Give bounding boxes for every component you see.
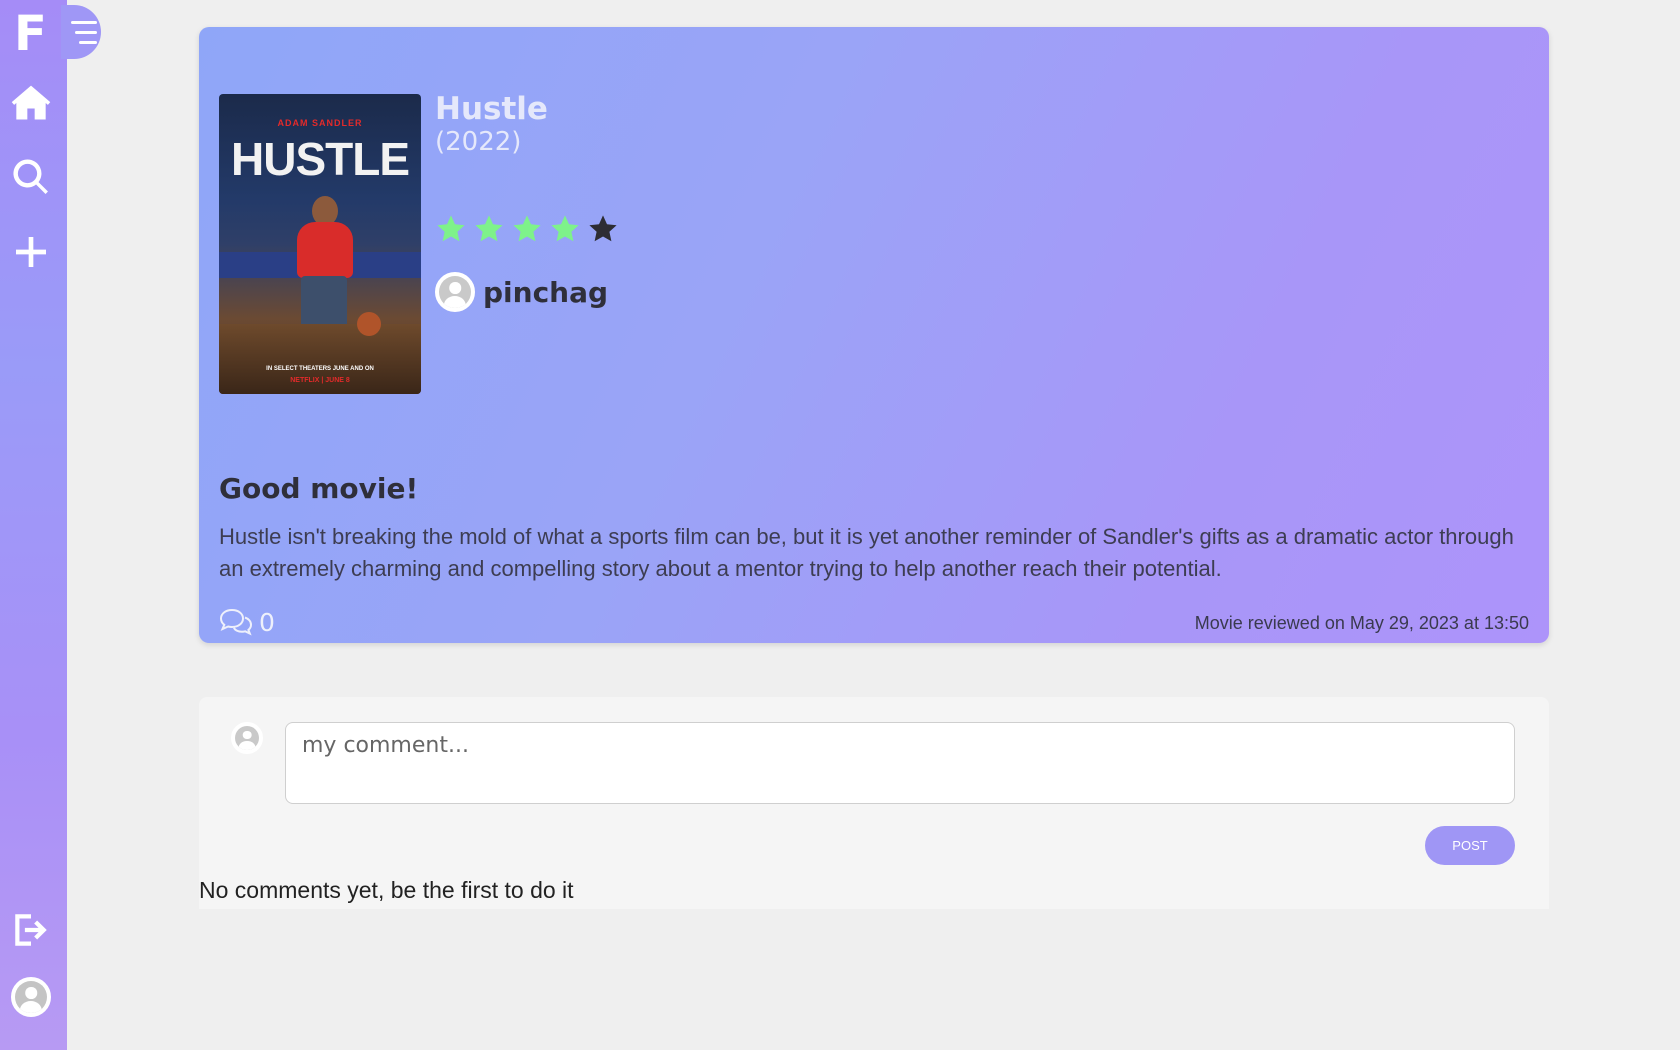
poster-basketball <box>357 312 381 336</box>
commenter-avatar <box>231 722 263 754</box>
movie-year: (2022) <box>435 127 522 157</box>
comment-input[interactable] <box>285 722 1515 804</box>
reviewer[interactable]: pinchag <box>435 272 608 312</box>
app-logo[interactable]: F <box>14 10 50 58</box>
review-date: Movie reviewed on May 29, 2023 at 13:50 <box>1194 613 1529 633</box>
movie-poster[interactable]: ADAM SANDLER HUSTLE IN SELECT THEATERS J… <box>219 94 421 394</box>
star-filled-icon <box>437 215 465 242</box>
menu-icon-line <box>75 31 97 34</box>
rating-stars <box>435 213 619 245</box>
star-empty-icon <box>589 215 617 242</box>
menu-icon <box>71 21 97 24</box>
star-filled-icon <box>513 215 541 242</box>
review-heading: Good movie! <box>219 472 419 505</box>
comments-count[interactable]: 0 <box>219 607 275 637</box>
home-icon[interactable] <box>8 80 54 126</box>
star-filled-icon <box>475 215 503 242</box>
comments-count-value: 0 <box>259 607 275 637</box>
review-text: Hustle isn't breaking the mold of what a… <box>219 524 1514 581</box>
search-icon[interactable] <box>8 154 54 200</box>
plus-icon[interactable] <box>8 229 54 275</box>
no-comments-message: No comments yet, be the first to do it <box>199 877 574 903</box>
poster-person-body <box>297 222 353 278</box>
reviewer-avatar <box>435 272 475 312</box>
user-avatar-icon[interactable] <box>8 974 54 1020</box>
menu-toggle-button[interactable] <box>61 5 101 59</box>
poster-actor: ADAM SANDLER <box>277 118 363 128</box>
poster-tagline: IN SELECT THEATERS JUNE AND ON <box>266 366 374 372</box>
movie-title[interactable]: Hustle <box>435 91 548 127</box>
comment-panel: POST No comments yet, be the first to do… <box>199 697 1549 909</box>
poster-title: HUSTLE <box>231 133 410 185</box>
post-button[interactable]: POST <box>1425 826 1515 865</box>
sidebar: F <box>0 0 101 1050</box>
review-card: ADAM SANDLER HUSTLE IN SELECT THEATERS J… <box>199 27 1549 643</box>
menu-icon-line <box>79 41 97 44</box>
star-filled-icon <box>551 215 579 242</box>
logout-icon[interactable] <box>8 907 54 953</box>
reviewer-name[interactable]: pinchag <box>483 276 608 309</box>
poster-person-legs <box>301 276 347 328</box>
poster-network: NETFLIX | JUNE 8 <box>290 377 350 384</box>
comments-icon <box>219 608 253 636</box>
